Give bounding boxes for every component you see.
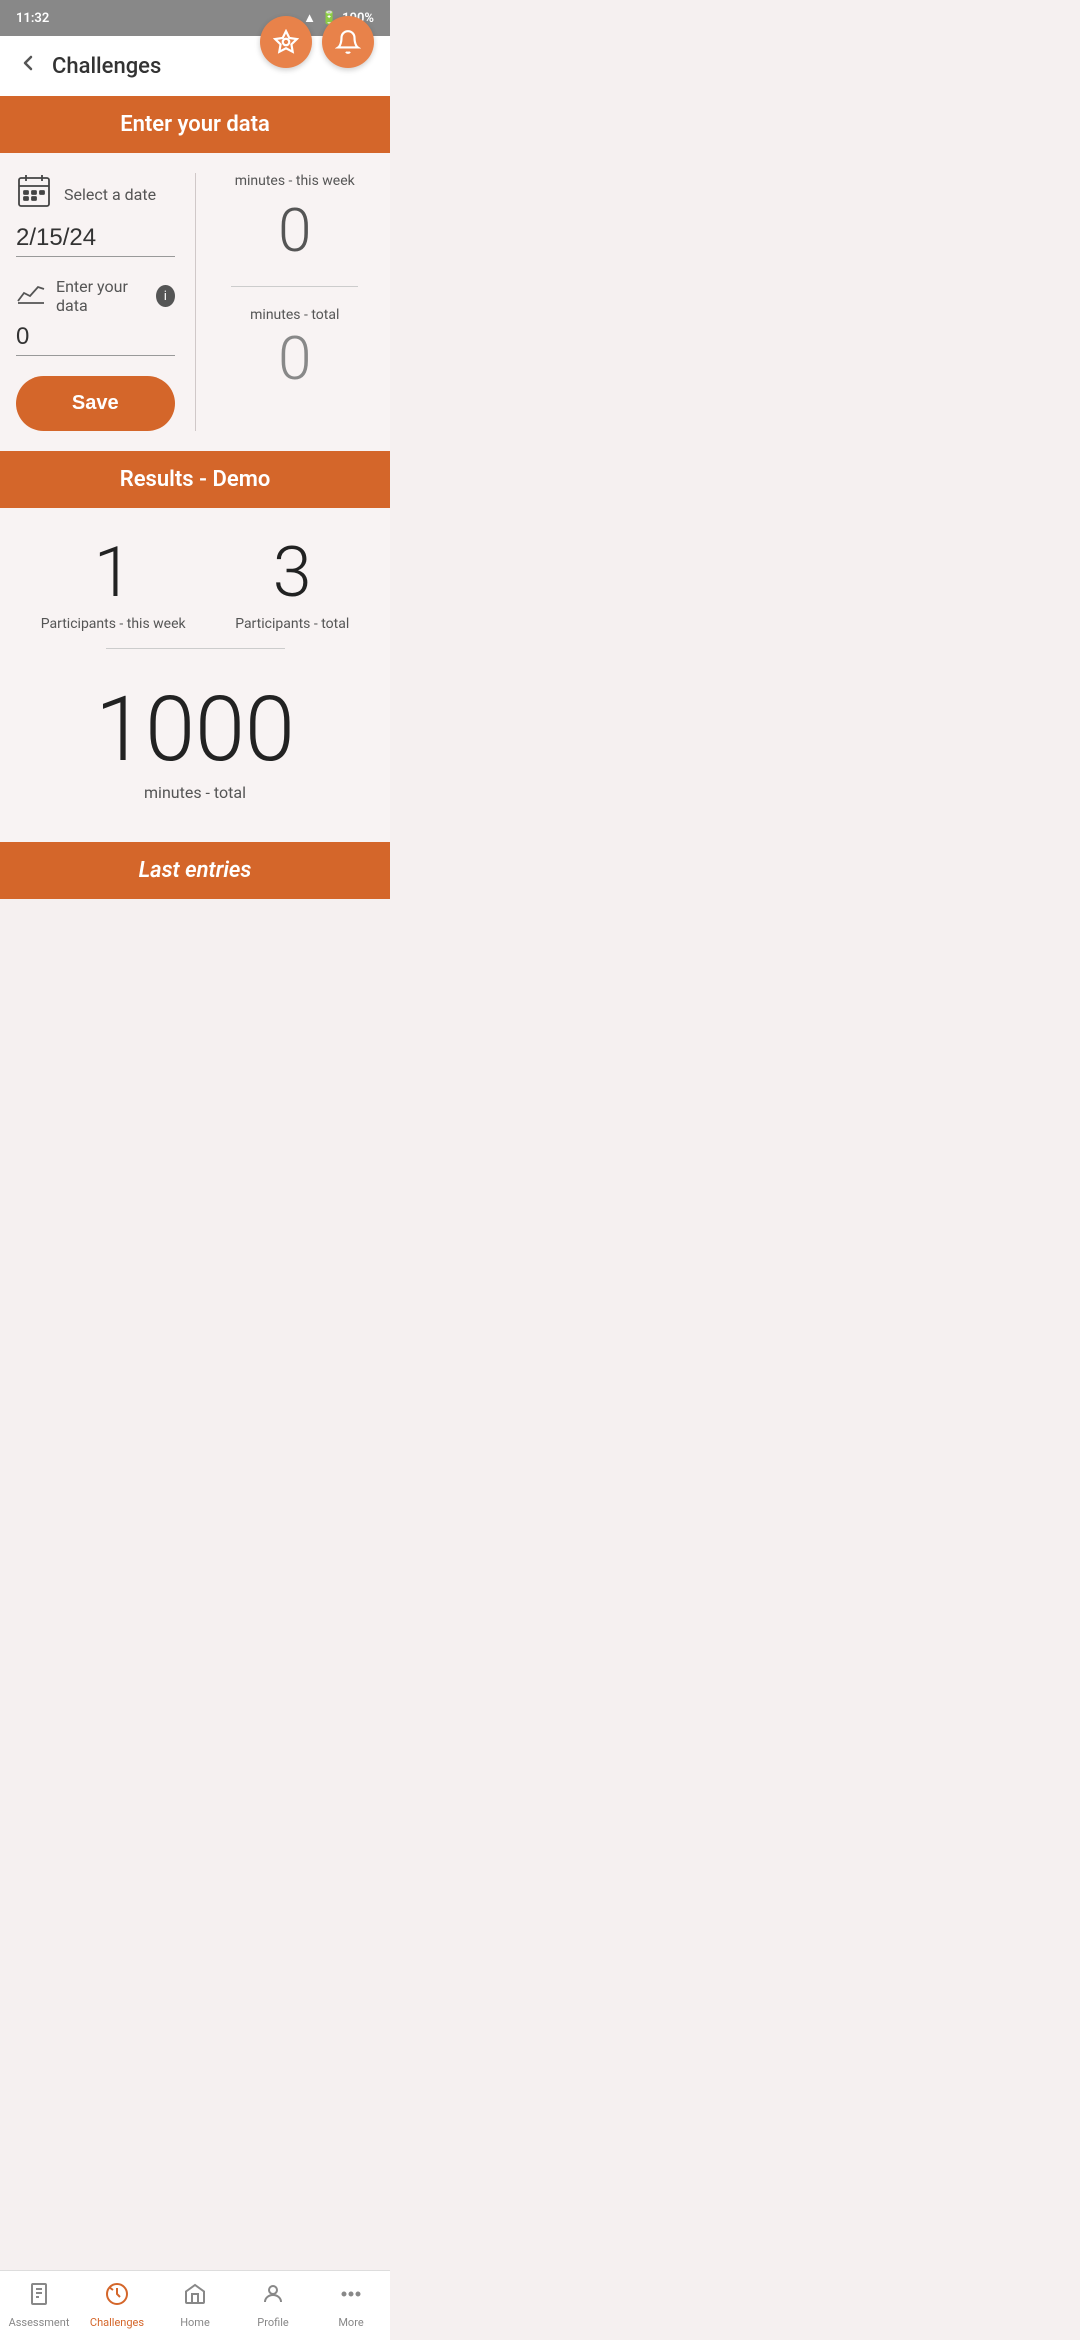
profile-icon	[261, 2282, 285, 2312]
date-input[interactable]	[16, 224, 175, 257]
challenges-label: Challenges	[90, 2316, 144, 2329]
enter-data-section: Select a date Enter your data i	[0, 153, 390, 451]
info-icon[interactable]: i	[156, 285, 174, 307]
nav-profile[interactable]: Profile	[234, 2271, 312, 2340]
nav-more[interactable]: More	[312, 2271, 390, 2340]
results-section: 1 Participants - this week 3 Participant…	[0, 508, 390, 842]
page-title: Challenges	[52, 54, 161, 79]
minutes-divider	[231, 286, 358, 287]
participants-total-label: Participants - total	[235, 616, 349, 632]
last-entries-header: Last entries	[0, 842, 390, 899]
data-value-input[interactable]	[16, 323, 175, 356]
minutes-total-label: minutes - total	[250, 307, 339, 323]
nav-assessment[interactable]: Assessment	[0, 2271, 78, 2340]
date-label: Select a date	[64, 185, 156, 204]
more-label: More	[338, 2316, 363, 2329]
data-entry-label: Enter your data	[56, 277, 146, 315]
participants-total-value: 3	[235, 538, 349, 608]
calendar-icon	[16, 173, 52, 216]
challenges-icon	[105, 2282, 129, 2312]
data-grid: Select a date Enter your data i	[16, 173, 374, 431]
chart-icon	[16, 281, 46, 311]
minutes-total-value: 0	[278, 323, 311, 394]
home-label: Home	[180, 2316, 210, 2329]
total-minutes-number: 1000	[16, 685, 374, 775]
nav-challenges[interactable]: Challenges	[78, 2271, 156, 2340]
data-right: minutes - this week 0 minutes - total 0	[196, 173, 375, 431]
assessment-icon	[27, 2282, 51, 2312]
date-row: Select a date	[16, 173, 175, 216]
participants-this-week: 1 Participants - this week	[41, 538, 186, 632]
top-nav: Challenges	[0, 36, 390, 96]
results-grid: 1 Participants - this week 3 Participant…	[16, 538, 374, 632]
minutes-week-value: 0	[278, 195, 311, 266]
data-left: Select a date Enter your data i	[16, 173, 196, 431]
badge-icon-button[interactable]	[260, 16, 312, 68]
save-button[interactable]: Save	[16, 376, 175, 431]
assessment-label: Assessment	[9, 2316, 70, 2329]
minutes-week-label: minutes - this week	[235, 173, 355, 189]
home-icon	[183, 2282, 207, 2312]
back-button[interactable]	[16, 51, 40, 82]
results-divider	[106, 648, 285, 649]
more-icon	[339, 2282, 363, 2312]
nav-icons	[260, 16, 374, 68]
results-header: Results - Demo	[0, 451, 390, 508]
bottom-nav: Assessment Challenges Home Profile	[0, 2270, 390, 2340]
data-entry-row: Enter your data i	[16, 277, 175, 315]
enter-data-header: Enter your data	[0, 96, 390, 153]
total-minutes-label: minutes - total	[16, 783, 374, 802]
nav-home[interactable]: Home	[156, 2271, 234, 2340]
notification-icon-button[interactable]	[322, 16, 374, 68]
time: 11:32	[16, 11, 49, 26]
participants-total: 3 Participants - total	[235, 538, 349, 632]
total-minutes-section: 1000 minutes - total	[16, 665, 374, 812]
participants-week-label: Participants - this week	[41, 616, 186, 632]
participants-week-value: 1	[41, 538, 186, 608]
profile-label: Profile	[257, 2316, 288, 2329]
